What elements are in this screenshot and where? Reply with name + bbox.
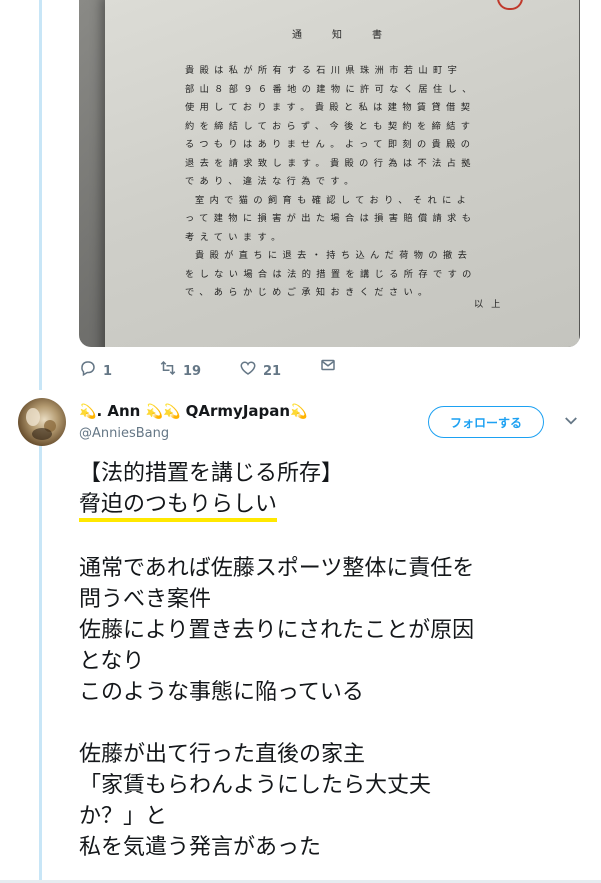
tweet-line: か？」と <box>79 804 168 829</box>
star-emoji: 💫💫 <box>145 404 181 420</box>
notice-line: 考えています。 <box>185 231 286 243</box>
star-emoji: 💫 <box>290 404 308 420</box>
notice-line: 約を締結しておらず、今後とも契約を締結す <box>185 120 476 132</box>
tweet-line: このような事態に陥っている <box>79 680 364 705</box>
star-emoji: 💫 <box>79 404 97 420</box>
tweet-text: 【法的措置を講じる所存】 脅迫のつもりらしい 通常であれば佐藤スポーツ整体に責任… <box>79 458 589 863</box>
notice-line: 室内で猫の飼育も確認しており、それによ <box>195 194 472 206</box>
notice-line: るつもりはありません。よって即刻の貴殿の <box>185 139 476 150</box>
avatar[interactable] <box>18 398 66 446</box>
like-count: 21 <box>263 364 282 379</box>
chevron-down-icon[interactable] <box>562 412 580 430</box>
tweet-line: 佐藤により置き去りにされたことが原因 <box>79 618 475 643</box>
like-icon <box>240 360 256 375</box>
retweet-count: 19 <box>183 364 202 379</box>
notice-line: 部山８部９６番地の建物に許可なく居住し、 <box>185 83 477 95</box>
red-seal <box>497 0 523 10</box>
tweet-line: 問うべき案件 <box>79 587 212 612</box>
notice-line: 使用しております。貴殿と私は建物賃貸借契 <box>185 102 476 113</box>
notice-line: 退去を請求致します。貴殿の行為は不法占拠 <box>185 157 476 169</box>
follow-button[interactable]: フォローする <box>428 406 544 438</box>
user-handle[interactable]: @AnniesBang <box>79 426 169 441</box>
tweet-photo[interactable]: 通 知 書 貴殿は私が所有する石川県珠洲市若山町宇 部山８部９６番地の建物に許可… <box>79 0 580 347</box>
tweet-line: 私を気遣う発言があった <box>79 835 322 860</box>
tweet-line: となり <box>79 649 145 674</box>
thread-line <box>39 440 42 883</box>
display-name-part1: . Ann <box>96 402 141 420</box>
thread-line <box>39 0 42 390</box>
notice-line: 貴殿は私が所有する石川県珠洲市若山町宇 <box>185 65 463 76</box>
notice-line: 貴殿が直ちに退去・持ち込んだ荷物の撤去 <box>195 250 473 261</box>
highlighted-text: 脅迫のつもりらしい <box>79 492 278 522</box>
retweet-button[interactable]: 19 <box>159 356 201 379</box>
notice-paper: 通 知 書 貴殿は私が所有する石川県珠洲市若山町宇 部山８部９６番地の建物に許可… <box>105 0 579 347</box>
retweet-icon <box>160 360 176 375</box>
tweet-line: 「家賃もらわんようにしたら大丈夫 <box>79 773 432 798</box>
tweet-line: 通常であれば佐藤スポーツ整体に責任を <box>79 556 475 581</box>
tweet-heading: 【法的措置を講じる所存】 <box>79 461 344 486</box>
tweet-actions: 1 19 21 <box>79 356 379 380</box>
notice-line: をしない場合は法的措置を講じる所存ですの <box>185 268 477 280</box>
notice-title: 通 知 書 <box>292 30 392 41</box>
dm-icon <box>321 359 335 371</box>
tweet-line: 佐藤が出て行った直後の家主 <box>79 742 366 767</box>
notice-ending: 以上 <box>474 299 509 310</box>
notice-body: 貴殿は私が所有する石川県珠洲市若山町宇 部山８部９６番地の建物に許可なく居住し、… <box>185 62 525 303</box>
reply-button[interactable]: 1 <box>79 356 112 379</box>
dm-button[interactable] <box>319 356 337 374</box>
reply-icon <box>81 360 95 376</box>
notice-line: って建物に損害が出た場合は損害賠償請求も <box>185 213 477 224</box>
like-button[interactable]: 21 <box>239 356 281 379</box>
display-name[interactable]: 💫. Ann 💫💫 QArmyJapan💫 <box>79 402 308 420</box>
reply-count: 1 <box>103 364 113 379</box>
display-name-part2: QArmyJapan <box>185 402 291 420</box>
notice-line: であり、違法な行為です。 <box>185 176 359 187</box>
